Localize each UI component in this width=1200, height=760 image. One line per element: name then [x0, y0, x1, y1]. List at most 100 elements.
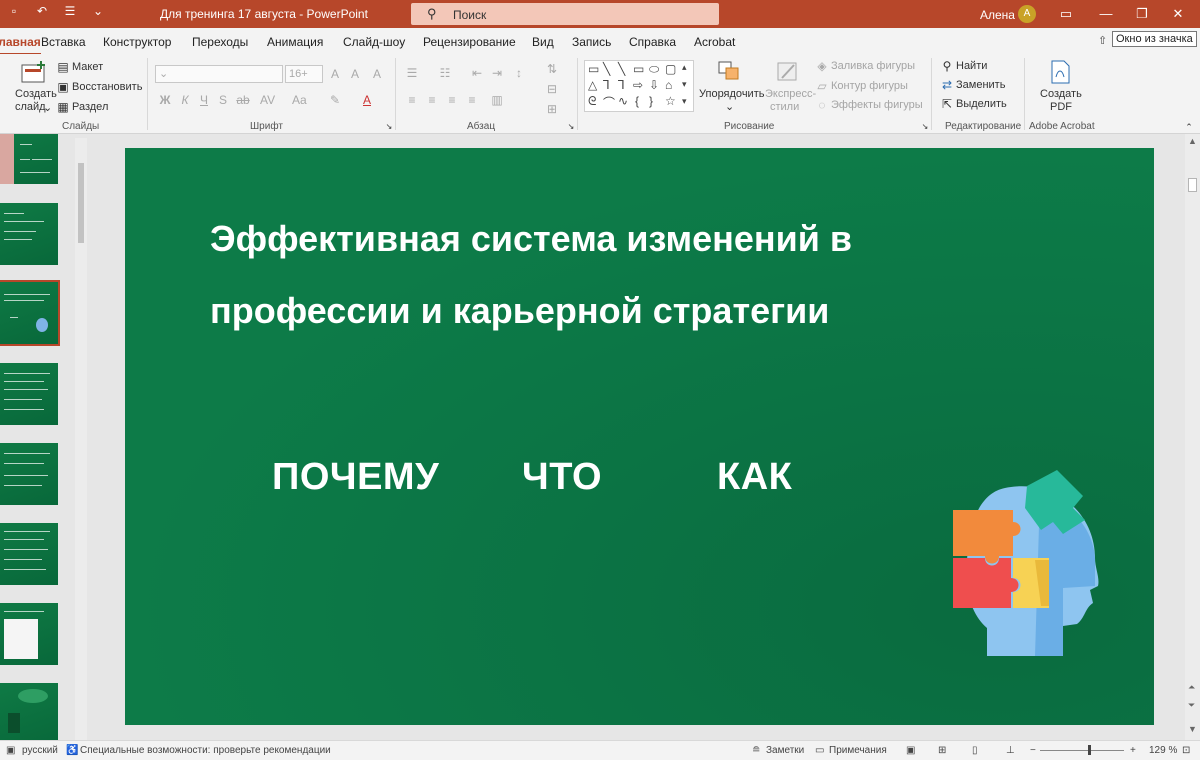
restore-icon[interactable]: ❐ [1132, 4, 1152, 24]
zoom-level[interactable]: 129 % [1149, 745, 1177, 756]
comments-button[interactable]: Примечания [829, 745, 887, 756]
increase-font-icon[interactable]: A [328, 67, 342, 81]
tab-slideshow[interactable]: Слайд-шоу [343, 35, 405, 49]
arrange-icon[interactable] [716, 59, 744, 85]
arrange-button[interactable]: Упорядочить [699, 88, 764, 100]
dialog-launcher-icon[interactable]: ↘ [382, 120, 396, 134]
shadow-icon[interactable]: S [216, 93, 230, 107]
select-icon[interactable]: ⇱ [940, 97, 954, 111]
line-spacing-icon[interactable]: ↕ [512, 66, 526, 80]
bold-icon[interactable]: Ж [158, 93, 172, 107]
more-shapes-icon[interactable]: ▾ [682, 96, 687, 107]
ribbon-display-options-icon[interactable]: ▭ [1056, 4, 1076, 24]
reading-view-icon[interactable]: ▯ [972, 745, 978, 756]
highlight-icon[interactable]: ✎ [328, 93, 342, 107]
strikethrough-icon[interactable]: ab [236, 93, 250, 107]
collapse-ribbon-icon[interactable]: ⌃ [1182, 120, 1196, 134]
chevron-down-icon[interactable]: ⌄ [725, 100, 734, 113]
replace-icon[interactable]: ⇄ [940, 78, 954, 92]
line-shape-icon[interactable]: ╲ [618, 62, 625, 76]
increase-indent-icon[interactable]: ⇥ [490, 66, 504, 80]
editor-scrollbar[interactable]: ▲ ⏶ ⏷ ▼ [1185, 134, 1200, 740]
curve-shape-icon[interactable]: ᘓ [588, 94, 596, 109]
bullets-icon[interactable]: ☰ [405, 66, 419, 80]
connector-shape-icon[interactable]: ⅂ [603, 78, 610, 92]
find-icon[interactable]: ⚲ [940, 59, 954, 73]
tab-insert[interactable]: Вставка [41, 35, 86, 49]
star-shape-icon[interactable]: ☆ [665, 94, 676, 108]
replace-button[interactable]: Заменить [956, 79, 1005, 91]
slide-thumbnail[interactable] [0, 134, 58, 184]
quick-styles-label-2[interactable]: стили [770, 101, 799, 113]
accessibility-icon[interactable]: ♿ [66, 745, 78, 756]
new-slide-label-1[interactable]: Создать [15, 88, 57, 100]
list-icon[interactable]: ☰ [62, 4, 78, 18]
tab-animations[interactable]: Анимация [267, 35, 323, 49]
arrow-right-shape-icon[interactable]: ⇨ [633, 78, 643, 92]
change-case-icon[interactable]: Aa [292, 93, 307, 107]
underline-icon[interactable]: Ч [197, 93, 211, 107]
scrollbar-thumb[interactable] [1188, 178, 1197, 192]
arrow-down-shape-icon[interactable]: ⇩ [649, 78, 659, 92]
slideshow-icon[interactable]: ⊥ [1006, 745, 1015, 756]
previous-slide-icon[interactable]: ⏶ [1188, 682, 1195, 693]
fit-to-window-icon[interactable]: ⊡ [1182, 745, 1190, 756]
undo-icon[interactable]: ↶ [34, 4, 50, 18]
slide-thumbnail[interactable] [0, 683, 58, 740]
arc-shape-icon[interactable]: ⌒ [603, 94, 615, 111]
reset-icon[interactable]: ▣ [56, 80, 70, 94]
smartart-icon[interactable]: ⊞ [545, 102, 559, 116]
user-name[interactable]: Алена [980, 8, 1015, 22]
next-slide-icon[interactable]: ⏷ [1188, 700, 1195, 711]
rounded-rect-shape-icon[interactable]: ▢ [665, 62, 676, 76]
share-icon[interactable]: ⇧ [1098, 34, 1107, 47]
close-icon[interactable]: ✕ [1168, 4, 1188, 24]
triangle-shape-icon[interactable]: △ [588, 78, 597, 92]
notes-button[interactable]: Заметки [766, 745, 804, 756]
slide-thumbnail[interactable] [0, 523, 58, 585]
brace-shape-icon[interactable]: { [635, 94, 639, 108]
create-pdf-icon[interactable] [1046, 59, 1074, 85]
scroll-down-icon[interactable]: ▾ [682, 79, 687, 90]
tab-view[interactable]: Вид [532, 35, 554, 49]
layout-button[interactable]: Макет [72, 61, 103, 73]
quick-styles-icon[interactable] [774, 59, 802, 85]
scroll-up-icon[interactable]: ▲ [1188, 136, 1197, 146]
numbering-icon[interactable]: ☷ [438, 66, 452, 80]
slide-word-how[interactable]: КАК [717, 456, 792, 499]
select-button[interactable]: Выделить [956, 98, 1007, 110]
notes-icon[interactable]: ≘ [752, 745, 760, 756]
layout-icon[interactable]: ▤ [56, 60, 70, 74]
comments-icon[interactable]: ▭ [815, 745, 824, 756]
new-slide-label-2[interactable]: слайд [15, 101, 46, 113]
accessibility-status[interactable]: Специальные возможности: проверьте реком… [80, 745, 331, 756]
justify-icon[interactable]: ≡ [465, 93, 479, 107]
tab-review[interactable]: Рецензирование [423, 35, 516, 49]
shape-fill-button[interactable]: Заливка фигуры [831, 60, 915, 72]
textbox-shape-icon[interactable]: ▭ [588, 62, 599, 76]
dialog-launcher-icon[interactable]: ↘ [918, 120, 932, 134]
line-shape-icon[interactable]: ╲ [603, 62, 610, 76]
slide-thumbnail-selected[interactable] [0, 280, 60, 346]
normal-view-icon[interactable]: ▣ [906, 745, 915, 756]
puzzle-head-illustration[interactable] [945, 468, 1105, 658]
slide-thumbnail[interactable] [0, 603, 58, 665]
tab-acrobat[interactable]: Acrobat [694, 35, 735, 49]
slide-word-what[interactable]: ЧТО [522, 456, 602, 499]
rectangle-shape-icon[interactable]: ▭ [633, 62, 644, 76]
tab-record[interactable]: Запись [572, 35, 611, 49]
find-button[interactable]: Найти [956, 60, 987, 72]
shape-effects-icon[interactable]: ◌ [815, 98, 829, 112]
decrease-indent-icon[interactable]: ⇤ [470, 66, 484, 80]
tab-design[interactable]: Конструктор [103, 35, 171, 49]
align-right-icon[interactable]: ≡ [445, 93, 459, 107]
freeform-shape-icon[interactable]: ∿ [618, 94, 628, 108]
section-button[interactable]: Раздел [72, 101, 108, 113]
slide-canvas[interactable]: Эффективная система изменений в професси… [125, 148, 1154, 725]
align-left-icon[interactable]: ≡ [405, 93, 419, 107]
zoom-slider-thumb[interactable] [1088, 745, 1091, 755]
decrease-font-icon[interactable]: A [348, 67, 362, 81]
flowchart-shape-icon[interactable]: ⌂ [665, 78, 672, 92]
slide-thumbnail[interactable] [0, 203, 58, 265]
align-center-icon[interactable]: ≡ [425, 93, 439, 107]
